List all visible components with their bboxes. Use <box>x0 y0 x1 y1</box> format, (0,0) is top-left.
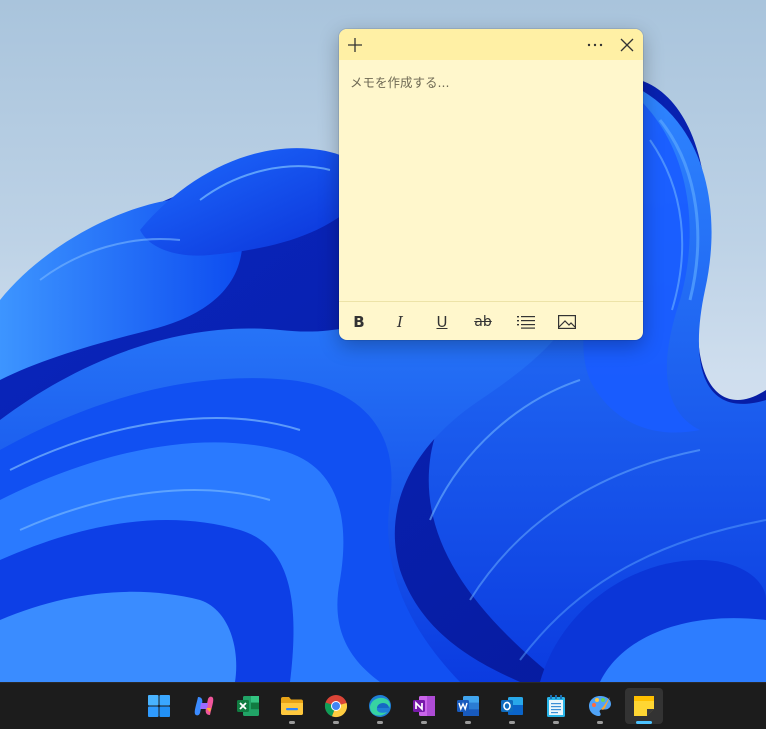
taskbar-word[interactable] <box>449 688 487 724</box>
bulleted-list-icon <box>517 316 535 329</box>
running-indicator <box>333 721 339 724</box>
running-indicator <box>597 721 603 724</box>
running-indicator <box>377 721 383 724</box>
close-note-button[interactable] <box>612 29 642 60</box>
desktop: メモを作成する... B I U ab <box>0 0 766 682</box>
underline-icon: U <box>436 313 448 331</box>
running-indicator <box>289 721 295 724</box>
copilot-icon <box>194 696 214 716</box>
taskbar <box>0 682 766 729</box>
chrome-icon <box>324 695 348 718</box>
italic-icon: I <box>397 313 403 331</box>
start-icon <box>148 695 170 717</box>
italic-button[interactable]: I <box>385 307 415 337</box>
add-note-button[interactable] <box>340 29 370 60</box>
edge-icon <box>369 695 391 717</box>
paint-icon <box>589 696 611 716</box>
underline-button[interactable]: U <box>427 307 457 337</box>
bulleted-list-button[interactable] <box>511 307 541 337</box>
taskbar-paint[interactable] <box>581 688 619 724</box>
taskbar-file-explorer[interactable] <box>273 688 311 724</box>
strikethrough-icon: ab <box>474 314 492 330</box>
note-placeholder: メモを作成する... <box>350 75 450 90</box>
insert-image-button[interactable] <box>552 307 582 337</box>
taskbar-chrome[interactable] <box>317 688 355 724</box>
running-indicator <box>465 721 471 724</box>
image-icon <box>558 315 576 329</box>
outlook-icon <box>501 697 523 715</box>
formatting-toolbar: B I U ab <box>339 301 643 340</box>
add-icon <box>348 37 362 52</box>
note-text-area[interactable]: メモを作成する... <box>350 72 632 91</box>
strikethrough-button[interactable]: ab <box>468 307 498 337</box>
bold-button[interactable]: B <box>344 307 374 337</box>
more-options-button[interactable] <box>580 29 610 60</box>
file-explorer-icon <box>281 697 303 715</box>
taskbar-excel[interactable] <box>229 688 267 724</box>
running-indicator <box>421 721 427 724</box>
taskbar-notepad[interactable] <box>537 688 575 724</box>
taskbar-edge[interactable] <box>361 688 399 724</box>
notepad-icon <box>547 695 565 717</box>
active-indicator <box>636 721 652 724</box>
running-indicator <box>553 721 559 724</box>
close-icon <box>620 38 634 51</box>
sticky-notes-icon <box>634 696 654 716</box>
note-header[interactable] <box>339 29 643 60</box>
taskbar-copilot[interactable] <box>185 688 223 724</box>
taskbar-outlook[interactable] <box>493 688 531 724</box>
start-button[interactable] <box>140 688 178 724</box>
onenote-icon <box>413 696 435 716</box>
more-icon <box>587 43 603 46</box>
taskbar-sticky-notes[interactable] <box>625 688 663 724</box>
running-indicator <box>509 721 515 724</box>
taskbar-onenote[interactable] <box>405 688 443 724</box>
word-icon <box>457 696 479 716</box>
sticky-note-window: メモを作成する... B I U ab <box>339 29 643 340</box>
excel-icon <box>237 696 259 716</box>
bold-icon: B <box>353 313 365 331</box>
